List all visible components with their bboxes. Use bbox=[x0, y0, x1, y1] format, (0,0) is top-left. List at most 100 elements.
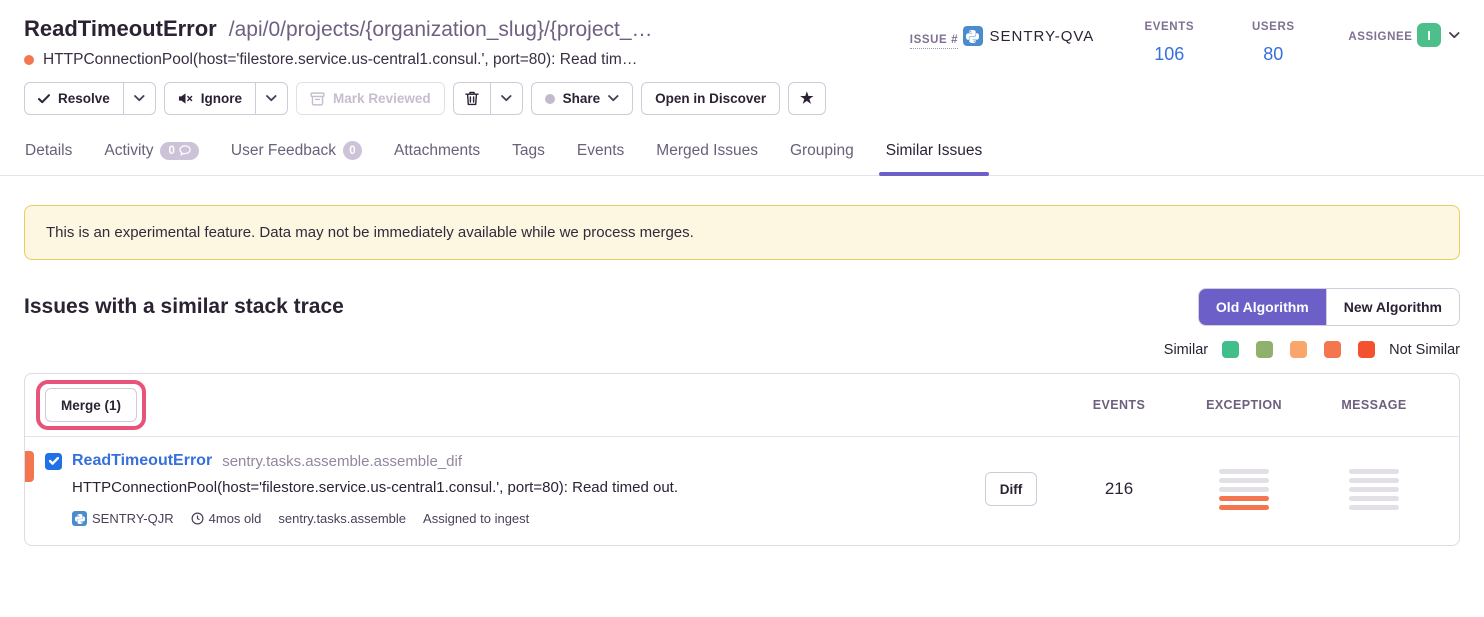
similarity-bar-highlighted bbox=[1219, 496, 1269, 501]
mark-reviewed-button[interactable]: Mark Reviewed bbox=[296, 82, 445, 115]
chevron-down-icon bbox=[1449, 32, 1460, 39]
issue-message: HTTPConnectionPool(host='filestore.servi… bbox=[43, 51, 637, 69]
similarity-bar bbox=[1219, 469, 1269, 474]
exception-column-header: EXCEPTION bbox=[1179, 398, 1309, 412]
tab-merged-issues[interactable]: Merged Issues bbox=[655, 135, 759, 175]
tab-user-feedback[interactable]: User Feedback 0 bbox=[230, 135, 363, 175]
stat-issue-number: ISSUE # SENTRY-QVA bbox=[910, 17, 1095, 65]
similar-issue-meta: SENTRY-QJR 4mos old sentry.tasks.assembl… bbox=[72, 511, 963, 526]
tab-details[interactable]: Details bbox=[24, 135, 73, 175]
similarity-bar bbox=[1219, 487, 1269, 492]
new-algorithm-button[interactable]: New Algorithm bbox=[1326, 289, 1459, 325]
tab-similar-issues[interactable]: Similar Issues bbox=[885, 135, 983, 175]
issue-age: 4mos old bbox=[209, 511, 262, 526]
legend-swatch bbox=[1290, 341, 1307, 358]
speech-bubble-icon bbox=[179, 145, 191, 156]
tab-grouping[interactable]: Grouping bbox=[789, 135, 855, 175]
error-level-dot bbox=[24, 55, 34, 65]
tab-activity[interactable]: Activity 0 bbox=[103, 135, 200, 175]
similar-issue-culprit: sentry.tasks.assemble.assemble_dif bbox=[222, 453, 462, 470]
share-button[interactable]: Share bbox=[531, 82, 634, 115]
legend-not-similar-label: Not Similar bbox=[1389, 342, 1460, 358]
issue-short-id: SENTRY-QVA bbox=[990, 28, 1095, 45]
delete-button[interactable] bbox=[453, 82, 491, 115]
legend-swatches bbox=[1222, 341, 1375, 358]
similarity-bar bbox=[1349, 487, 1399, 492]
assignee-label: ASSIGNEE bbox=[1348, 31, 1412, 43]
algorithm-toggle: Old Algorithm New Algorithm bbox=[1198, 288, 1460, 326]
similar-issue-short-id: SENTRY-QJR bbox=[92, 511, 174, 526]
age-item: 4mos old bbox=[191, 511, 262, 526]
similar-issue-title-link[interactable]: ReadTimeoutError bbox=[72, 452, 212, 470]
error-level-bar bbox=[25, 451, 34, 482]
tab-events[interactable]: Events bbox=[576, 135, 625, 175]
stat-events: EVENTS 106 bbox=[1140, 17, 1198, 65]
user-feedback-count-badge: 0 bbox=[343, 141, 362, 160]
short-id-item: SENTRY-QJR bbox=[72, 511, 174, 526]
trash-icon bbox=[465, 91, 479, 106]
events-column-header: EVENTS bbox=[1059, 398, 1179, 412]
tab-tags[interactable]: Tags bbox=[511, 135, 546, 175]
ignore-dropdown-button[interactable] bbox=[256, 82, 288, 115]
delete-dropdown-button[interactable] bbox=[491, 82, 523, 115]
legend-swatch bbox=[1358, 341, 1375, 358]
exception-similarity-bars bbox=[1179, 469, 1309, 510]
diff-button[interactable]: Diff bbox=[985, 472, 1038, 506]
resolve-button[interactable]: Resolve bbox=[24, 82, 124, 115]
similarity-bar bbox=[1349, 505, 1399, 510]
users-label: USERS bbox=[1252, 21, 1295, 33]
events-label: EVENTS bbox=[1145, 21, 1195, 33]
row-events-count: 216 bbox=[1059, 479, 1179, 499]
share-status-dot-icon bbox=[545, 94, 555, 104]
message-column-header: MESSAGE bbox=[1309, 398, 1439, 412]
legend-swatch bbox=[1256, 341, 1273, 358]
issue-stats: ISSUE # SENTRY-QVA EVENTS 106 USERS 80 A… bbox=[910, 16, 1460, 65]
tab-attachments[interactable]: Attachments bbox=[393, 135, 481, 175]
experimental-feature-banner: This is an experimental feature. Data ma… bbox=[24, 205, 1460, 260]
resolve-button-group: Resolve bbox=[24, 82, 156, 115]
similar-issues-section-header: Issues with a similar stack trace Old Al… bbox=[24, 288, 1460, 326]
similar-issue-row: ReadTimeoutError sentry.tasks.assemble.a… bbox=[25, 436, 1459, 545]
similarity-bar-highlighted bbox=[1219, 505, 1269, 510]
assignee-avatar[interactable]: I bbox=[1417, 23, 1441, 47]
delete-button-group bbox=[453, 82, 523, 115]
similar-issues-panel: Merge (1) EVENTS EXCEPTION MESSAGE ReadT… bbox=[24, 373, 1460, 546]
issue-header-titles: ReadTimeoutError /api/0/projects/{organi… bbox=[24, 16, 910, 69]
legend-swatch bbox=[1222, 341, 1239, 358]
section-heading: Issues with a similar stack trace bbox=[24, 295, 344, 319]
issue-title: ReadTimeoutError bbox=[24, 16, 217, 42]
similar-issues-panel-header: Merge (1) EVENTS EXCEPTION MESSAGE bbox=[25, 374, 1459, 436]
ignore-button-group: Ignore bbox=[164, 82, 288, 115]
similarity-bar bbox=[1349, 496, 1399, 501]
check-icon bbox=[49, 457, 59, 465]
similar-issue-metrics: Diff 216 bbox=[963, 469, 1439, 510]
legend-swatch bbox=[1324, 341, 1341, 358]
assignee-selector[interactable]: I bbox=[1417, 23, 1460, 47]
legend-similar-label: Similar bbox=[1164, 342, 1208, 358]
issue-number-label: ISSUE # bbox=[910, 34, 958, 49]
chevron-down-icon bbox=[501, 95, 512, 102]
activity-count-badge: 0 bbox=[160, 142, 198, 160]
ignore-button[interactable]: Ignore bbox=[164, 82, 256, 115]
issue-header: ReadTimeoutError /api/0/projects/{organi… bbox=[24, 16, 1460, 69]
assignment-item: Assigned to ingest bbox=[423, 511, 529, 526]
similar-issue-summary: ReadTimeoutError sentry.tasks.assemble.a… bbox=[45, 452, 963, 526]
events-count[interactable]: 106 bbox=[1140, 44, 1198, 65]
merge-button[interactable]: Merge (1) bbox=[45, 388, 137, 422]
similarity-bar bbox=[1349, 469, 1399, 474]
row-checkbox[interactable] bbox=[45, 453, 62, 470]
stat-assignee: ASSIGNEE I bbox=[1348, 17, 1460, 65]
old-algorithm-button[interactable]: Old Algorithm bbox=[1199, 289, 1326, 325]
mute-icon bbox=[178, 92, 193, 105]
bookmark-button[interactable]: ★ bbox=[788, 82, 825, 115]
archive-icon bbox=[310, 92, 325, 106]
chevron-down-icon bbox=[266, 95, 277, 102]
resolve-dropdown-button[interactable] bbox=[124, 82, 156, 115]
open-in-discover-button[interactable]: Open in Discover bbox=[641, 82, 780, 115]
message-similarity-bars bbox=[1309, 469, 1439, 510]
stat-users: USERS 80 bbox=[1244, 17, 1302, 65]
users-count[interactable]: 80 bbox=[1244, 44, 1302, 65]
issue-transaction-path: /api/0/projects/{organization_slug}/{pro… bbox=[229, 18, 653, 42]
star-icon: ★ bbox=[800, 91, 813, 106]
check-icon bbox=[38, 94, 50, 104]
